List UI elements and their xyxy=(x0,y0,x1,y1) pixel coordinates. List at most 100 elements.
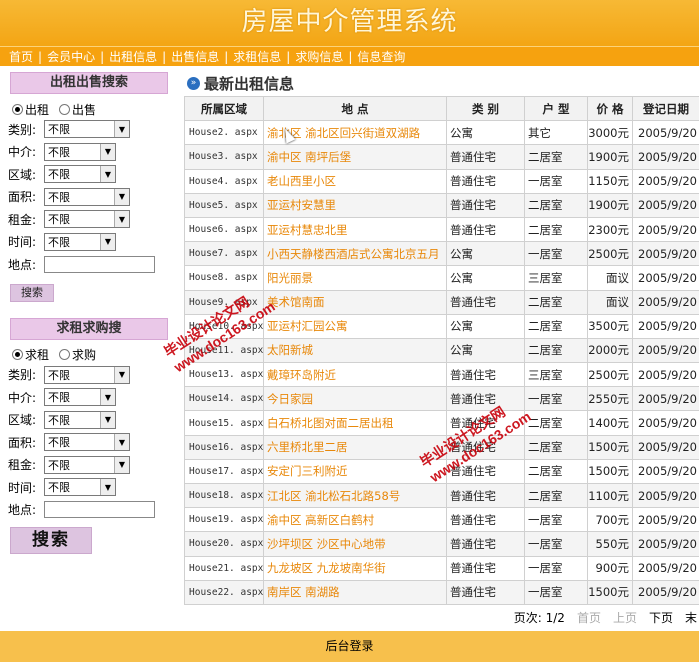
row-location-link[interactable]: 南岸区 南湖路 xyxy=(263,579,447,605)
rent-district-select[interactable]: 不限 ▼ xyxy=(44,165,116,184)
first-page-link[interactable]: 首页 xyxy=(577,609,601,626)
row-location-link[interactable]: 渝中区 高新区白鹤村 xyxy=(263,507,447,533)
row-price: 1500元 xyxy=(587,579,633,605)
want-time-select[interactable]: 不限 ▼ xyxy=(44,478,116,497)
admin-login-link[interactable]: 后台登录 xyxy=(325,639,373,653)
field-label: 租金: xyxy=(8,212,37,227)
row-price: 1900元 xyxy=(587,192,633,218)
want-category-select[interactable]: 不限 ▼ xyxy=(44,365,130,384)
rent-location-row: 地点: xyxy=(0,253,180,276)
row-location-link[interactable]: 阳光丽景 xyxy=(263,265,447,291)
row-location-link[interactable]: 小西天静楼西酒店式公寓北京五月 xyxy=(263,241,447,267)
field-label: 中介: xyxy=(8,145,37,160)
nav-want-rent-info[interactable]: 求租信息 xyxy=(228,48,286,65)
row-date: 2005/9/20 xyxy=(632,337,699,364)
radio-want-buy-circle[interactable] xyxy=(59,349,71,360)
want-search-button[interactable]: 搜索 xyxy=(10,527,92,554)
row-location-link[interactable]: 沙坪坝区 沙区中心地带 xyxy=(263,531,447,557)
row-date: 2005/9/20 xyxy=(632,531,699,557)
row-location-link[interactable]: 江北区 渝北松石北路58号 xyxy=(263,482,447,509)
want-agency-select[interactable]: 不限 ▼ xyxy=(44,388,116,407)
sidebar: 出租出售搜索 出租 出售 类别: 不限 ▼ 中介: 不限 ▼ 区域: 不限 ▼ 面积: 不限 ▼… xyxy=(0,72,180,554)
table-row: House20. aspx 沙坪坝区 沙区中心地带 普通住宅 一居室 550元 2005/… xyxy=(184,531,699,557)
radio-want-rent-circle[interactable] xyxy=(12,349,23,360)
want-location-row: 地点: xyxy=(0,499,180,522)
table-row: House13. aspx 戴璋环岛附近 普通住宅 三居室 2500元 2005/9/20 xyxy=(184,362,699,388)
radio-want-rent[interactable]: 求租 xyxy=(12,346,49,363)
prev-page-link[interactable]: 上页 xyxy=(613,609,637,626)
select-value: 不限 xyxy=(48,458,70,472)
rent-time-select[interactable]: 不限 ▼ xyxy=(44,232,116,251)
rent-agency-select[interactable]: 不限 ▼ xyxy=(44,142,116,161)
want-location-input[interactable] xyxy=(44,501,155,519)
field-label: 类别: xyxy=(8,122,37,137)
row-location-link[interactable]: 安定门三利附近 xyxy=(263,458,447,485)
row-location-link[interactable]: 今日家园 xyxy=(263,386,447,412)
row-location-link[interactable]: 亚运村慧忠北里 xyxy=(263,216,447,243)
rent-location-input[interactable] xyxy=(44,255,155,273)
row-location-link[interactable]: 美术馆南面 xyxy=(263,289,447,315)
want-price-select[interactable]: 不限 ▼ xyxy=(44,455,130,474)
radio-sale[interactable]: 出售 xyxy=(59,101,96,118)
next-page-link[interactable]: 下页 xyxy=(649,609,673,626)
row-category: 公寓 xyxy=(446,313,525,339)
row-layout: 二居室 xyxy=(524,458,588,485)
row-price: 2000元 xyxy=(587,337,633,364)
radio-rent-circle[interactable] xyxy=(12,103,23,115)
row-date: 2005/9/20 xyxy=(632,216,699,243)
section-title: 最新出租信息 xyxy=(204,74,295,93)
want-district-select[interactable]: 不限 ▼ xyxy=(44,410,116,429)
row-layout: 一居室 xyxy=(524,386,588,412)
radio-rent[interactable]: 出租 xyxy=(12,101,49,118)
nav-sale-info[interactable]: 出售信息 xyxy=(166,48,224,65)
row-location-link[interactable]: 亚运村汇园公寓 xyxy=(263,313,447,339)
select-value: 不限 xyxy=(48,213,70,227)
row-page-link: House5. aspx xyxy=(184,192,264,218)
row-location-link[interactable]: 老山西里小区 xyxy=(263,168,447,194)
row-location-link[interactable]: 亚运村安慧里 xyxy=(263,192,447,218)
row-date: 2005/9/20 xyxy=(632,555,699,581)
column-header: 登记日期 xyxy=(632,95,699,122)
row-location-link[interactable]: 九龙坡区 九龙坡南华街 xyxy=(263,555,447,581)
field-label: 地点: xyxy=(8,257,37,272)
section-header: » 最新出租信息 xyxy=(184,70,699,96)
rent-search-button[interactable]: 搜索 xyxy=(10,283,54,302)
row-date: 2005/9/20 xyxy=(632,192,699,218)
nav-info-query[interactable]: 信息查询 xyxy=(352,48,410,65)
table-row: House2. aspx 渝北区 渝北区回兴街道双湖路 公寓 其它 3000元 2005/… xyxy=(184,120,699,146)
row-category: 普通住宅 xyxy=(446,555,525,581)
rent-category-row: 类别: 不限 ▼ xyxy=(0,118,180,141)
nav-want-buy-info[interactable]: 求购信息 xyxy=(290,48,348,65)
nav-rent-info[interactable]: 出租信息 xyxy=(104,48,162,65)
row-category: 普通住宅 xyxy=(446,579,525,605)
rent-size-select[interactable]: 不限 ▼ xyxy=(44,187,130,206)
row-layout: 二居室 xyxy=(524,482,588,509)
rent-category-select[interactable]: 不限 ▼ xyxy=(44,120,130,139)
want-size-select[interactable]: 不限 ▼ xyxy=(44,433,130,452)
want-agency-row: 中介: 不限 ▼ xyxy=(0,386,180,409)
row-price: 550元 xyxy=(587,531,633,557)
row-location-link[interactable]: 戴璋环岛附近 xyxy=(263,362,447,388)
last-page-link[interactable]: 末 xyxy=(685,609,697,626)
nav-home[interactable]: 首页 xyxy=(4,48,38,65)
radio-want-buy[interactable]: 求购 xyxy=(59,346,96,363)
chevron-down-icon: ▼ xyxy=(100,166,115,183)
field-label: 中介: xyxy=(8,390,37,405)
row-location-link[interactable]: 白石桥北图对面二居出租 xyxy=(263,410,447,436)
row-location-link[interactable]: 太阳新城 xyxy=(263,337,447,364)
want-area-row: 区域: 不限 ▼ xyxy=(0,409,180,432)
radio-sale-circle[interactable] xyxy=(59,103,71,115)
nav-member-center[interactable]: 会员中心 xyxy=(42,48,100,65)
row-layout: 一居室 xyxy=(524,168,588,194)
row-location-link[interactable]: 渝中区 南坪后堡 xyxy=(263,144,447,170)
row-category: 普通住宅 xyxy=(446,216,525,243)
chevron-down-icon: ▼ xyxy=(100,411,115,428)
field-label: 类别: xyxy=(8,368,37,383)
row-date: 2005/9/20 xyxy=(632,120,699,146)
row-price: 1100元 xyxy=(587,482,633,509)
rent-price-select[interactable]: 不限 ▼ xyxy=(44,210,130,229)
row-price: 1400元 xyxy=(587,410,633,436)
page-info: 页次: 1/2 xyxy=(513,611,565,626)
column-header: 地 点 xyxy=(263,95,447,122)
select-value: 不限 xyxy=(48,368,70,382)
